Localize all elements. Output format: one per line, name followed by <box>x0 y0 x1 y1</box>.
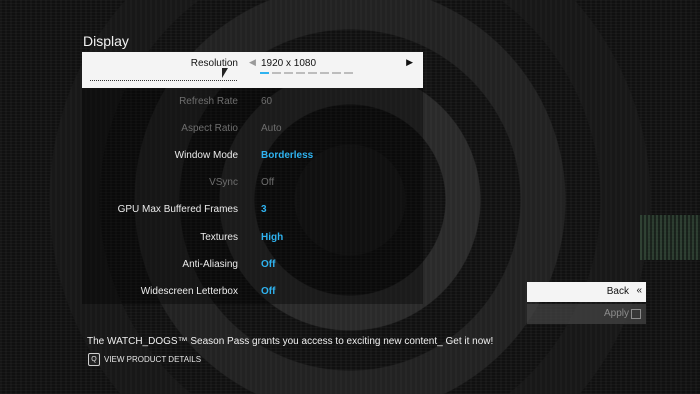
setting-value: Auto <box>261 123 282 134</box>
back-button-label: Back <box>606 286 629 297</box>
setting-value: 1920 x 1080 <box>261 58 317 69</box>
square-icon <box>631 309 641 319</box>
view-product-details-link[interactable]: Q VIEW PRODUCT DETAILS <box>88 353 201 366</box>
setting-row-textures[interactable]: Textures High <box>82 224 423 251</box>
apply-button[interactable]: Apply <box>527 304 646 324</box>
setting-row-vsync: VSync Off <box>82 169 423 196</box>
setting-row-anti-aliasing[interactable]: Anti-Aliasing Off <box>82 251 423 278</box>
setting-label: GPU Max Buffered Frames <box>117 204 238 215</box>
setting-row-gpu-max-buffered-frames[interactable]: GPU Max Buffered Frames 3 <box>82 196 423 223</box>
option-step-indicator <box>260 72 353 74</box>
step-indicator-active <box>260 72 269 74</box>
setting-label: Widescreen Letterbox <box>140 286 238 297</box>
setting-label: Textures <box>200 232 238 243</box>
setting-value: Borderless <box>261 150 314 161</box>
background-foliage <box>640 215 700 260</box>
setting-label: Window Mode <box>174 150 238 161</box>
double-chevron-left-icon: « <box>636 285 642 296</box>
step-indicator <box>296 72 305 74</box>
setting-row-window-mode[interactable]: Window Mode Borderless <box>82 142 423 169</box>
right-arrow-icon[interactable]: ▶ <box>406 57 413 68</box>
step-indicator <box>320 72 329 74</box>
focus-underline <box>90 80 237 81</box>
q-key-icon: Q <box>88 353 100 366</box>
setting-value: High <box>261 232 284 243</box>
setting-value: Off <box>261 286 276 297</box>
left-arrow-icon[interactable]: ◀ <box>249 57 256 68</box>
apply-button-label: Apply <box>603 308 629 319</box>
setting-value: 60 <box>261 96 273 107</box>
setting-row-resolution[interactable]: Resolution ◀ 1920 x 1080 ▶ <box>82 52 423 88</box>
step-indicator <box>308 72 317 74</box>
section-title: Display <box>83 33 129 49</box>
view-product-details-label: VIEW PRODUCT DETAILS <box>104 355 202 364</box>
setting-label: VSync <box>209 177 238 188</box>
setting-value: 3 <box>261 204 267 215</box>
step-indicator <box>284 72 293 74</box>
setting-row-widescreen-letterbox[interactable]: Widescreen Letterbox Off <box>82 278 423 305</box>
step-indicator <box>272 72 281 74</box>
setting-label: Aspect Ratio <box>181 123 238 134</box>
setting-row-aspect-ratio: Aspect Ratio Auto <box>82 115 423 142</box>
mouse-cursor-icon <box>222 68 228 78</box>
setting-label: Resolution <box>190 58 238 69</box>
season-pass-promo: The WATCH_DOGS™ Season Pass grants you a… <box>87 336 494 347</box>
step-indicator <box>332 72 341 74</box>
back-button[interactable]: Back « <box>527 282 646 302</box>
setting-label: Refresh Rate <box>179 96 238 107</box>
setting-row-refresh-rate: Refresh Rate 60 <box>82 88 423 115</box>
setting-value: Off <box>261 259 276 270</box>
step-indicator <box>344 72 353 74</box>
setting-value: Off <box>261 177 275 188</box>
setting-label: Anti-Aliasing <box>182 259 238 270</box>
